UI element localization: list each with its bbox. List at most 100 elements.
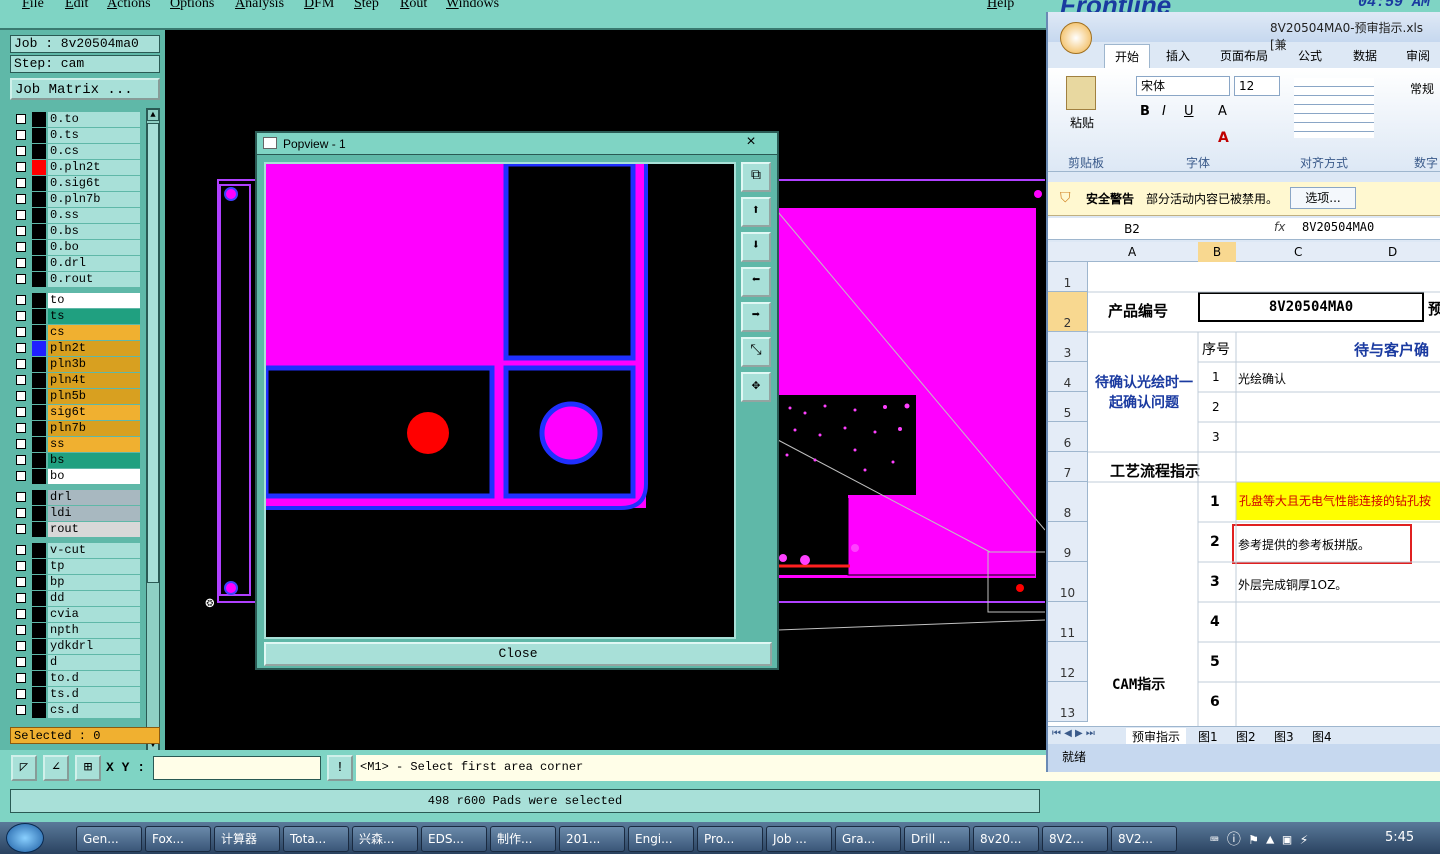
layer-row[interactable]: 0.rout xyxy=(14,272,140,287)
layer-checkbox[interactable] xyxy=(16,577,26,587)
layer-name[interactable]: to xyxy=(48,293,140,308)
layer-color-swatch[interactable] xyxy=(32,607,46,622)
layer-checkbox[interactable] xyxy=(16,242,26,252)
layer-checkbox[interactable] xyxy=(16,471,26,481)
layer-row[interactable]: sig6t xyxy=(14,405,140,420)
layer-checkbox[interactable] xyxy=(16,561,26,571)
layer-color-swatch[interactable] xyxy=(32,208,46,223)
security-options-button[interactable]: 选项... xyxy=(1290,187,1356,209)
layer-row[interactable]: 0.sig6t xyxy=(14,176,140,191)
taskbar-item[interactable]: 8v20... xyxy=(973,826,1039,852)
layer-color-swatch[interactable] xyxy=(32,506,46,521)
start-button-icon[interactable] xyxy=(6,823,44,853)
menu-rout[interactable]: Rout xyxy=(400,0,427,12)
layer-name[interactable]: sig6t xyxy=(48,405,140,420)
layer-scrollbar[interactable]: ▲ ▼ xyxy=(146,108,160,752)
layer-name[interactable]: pln7b xyxy=(48,421,140,436)
layer-color-swatch[interactable] xyxy=(32,421,46,436)
layer-checkbox[interactable] xyxy=(16,162,26,172)
taskbar-item[interactable]: Fox... xyxy=(145,826,211,852)
layer-checkbox[interactable] xyxy=(16,130,26,140)
layer-checkbox[interactable] xyxy=(16,609,26,619)
sheet-tab-4[interactable]: 图4 xyxy=(1312,728,1332,745)
layer-color-swatch[interactable] xyxy=(32,272,46,287)
layer-row[interactable]: to.d xyxy=(14,671,140,686)
layer-checkbox[interactable] xyxy=(16,258,26,268)
scroll-up-icon[interactable]: ▲ xyxy=(147,109,159,121)
layer-name[interactable]: bs xyxy=(48,453,140,468)
layer-checkbox[interactable] xyxy=(16,375,26,385)
layer-row[interactable]: bs xyxy=(14,453,140,468)
layer-checkbox[interactable] xyxy=(16,327,26,337)
italic-icon[interactable]: I xyxy=(1162,104,1166,119)
job-matrix-button[interactable]: Job Matrix ... xyxy=(10,78,160,100)
grid-tool-icon[interactable]: ⊞ xyxy=(75,755,101,781)
popview-pan-down-icon[interactable]: ⬇ xyxy=(741,232,771,262)
popview-close-x[interactable]: × xyxy=(727,133,775,153)
layer-name[interactable]: v-cut xyxy=(48,543,140,558)
taskbar-item[interactable]: 制作... xyxy=(490,826,556,852)
layer-color-swatch[interactable] xyxy=(32,192,46,207)
layer-row[interactable]: v-cut xyxy=(14,543,140,558)
layer-color-swatch[interactable] xyxy=(32,575,46,590)
layer-row[interactable]: cs.d xyxy=(14,703,140,718)
layer-checkbox[interactable] xyxy=(16,210,26,220)
layer-name[interactable]: pln4t xyxy=(48,373,140,388)
layer-checkbox[interactable] xyxy=(16,641,26,651)
layer-name[interactable]: ts.d xyxy=(48,687,140,702)
layer-checkbox[interactable] xyxy=(16,492,26,502)
menu-step[interactable]: Step xyxy=(354,0,379,12)
layer-checkbox[interactable] xyxy=(16,391,26,401)
layer-row[interactable]: pln5b xyxy=(14,389,140,404)
sheet-tab-0[interactable]: 预审指示 xyxy=(1126,728,1187,745)
layer-name[interactable]: pln2t xyxy=(48,341,140,356)
layer-row[interactable]: pln7b xyxy=(14,421,140,436)
menu-help[interactable]: Help xyxy=(987,0,1014,12)
menu-file[interactable]: File xyxy=(22,0,44,12)
layer-row[interactable]: ydkdrl xyxy=(14,639,140,654)
layer-checkbox[interactable] xyxy=(16,178,26,188)
taskbar-item[interactable]: Job ... xyxy=(766,826,832,852)
menu-windows[interactable]: Windows xyxy=(446,0,499,12)
underline-icon[interactable]: U xyxy=(1184,104,1194,119)
layer-name[interactable]: drl xyxy=(48,490,140,505)
layer-name[interactable]: ydkdrl xyxy=(48,639,140,654)
layer-color-swatch[interactable] xyxy=(32,293,46,308)
layer-checkbox[interactable] xyxy=(16,423,26,433)
popview-pan-up-icon[interactable]: ⬆ xyxy=(741,197,771,227)
measure-tool-icon[interactable]: ∠ xyxy=(43,755,69,781)
layer-name[interactable]: 0.rout xyxy=(48,272,140,287)
layer-checkbox[interactable] xyxy=(16,524,26,534)
select-tool-icon[interactable]: ◸ xyxy=(11,755,37,781)
fx-icon[interactable]: fx xyxy=(1274,220,1285,234)
taskbar-item[interactable]: 8V2... xyxy=(1042,826,1108,852)
layer-checkbox[interactable] xyxy=(16,226,26,236)
layer-color-swatch[interactable] xyxy=(32,703,46,718)
layer-name[interactable]: 0.ss xyxy=(48,208,140,223)
layer-checkbox[interactable] xyxy=(16,593,26,603)
layer-name[interactable]: bo xyxy=(48,469,140,484)
taskbar-item[interactable]: EDS... xyxy=(421,826,487,852)
layer-row[interactable]: drl xyxy=(14,490,140,505)
layer-color-swatch[interactable] xyxy=(32,591,46,606)
layer-checkbox[interactable] xyxy=(16,146,26,156)
taskbar-item[interactable]: 计算器 xyxy=(214,826,280,852)
tab-page-layout[interactable]: 页面布局 xyxy=(1220,47,1268,64)
sheet-tab-2[interactable]: 图2 xyxy=(1236,728,1256,745)
layer-color-swatch[interactable] xyxy=(32,639,46,654)
layer-color-swatch[interactable] xyxy=(32,256,46,271)
xy-input[interactable] xyxy=(153,756,321,780)
layer-color-swatch[interactable] xyxy=(32,469,46,484)
layer-checkbox[interactable] xyxy=(16,343,26,353)
taskbar-item[interactable]: Gen... xyxy=(76,826,142,852)
layer-name[interactable]: cs.d xyxy=(48,703,140,718)
taskbar-item[interactable]: Engi... xyxy=(628,826,694,852)
layer-name[interactable]: pln5b xyxy=(48,389,140,404)
layer-row[interactable]: npth xyxy=(14,623,140,638)
scroll-thumb[interactable] xyxy=(147,123,159,583)
layer-row[interactable]: 0.bo xyxy=(14,240,140,255)
layer-name[interactable]: tp xyxy=(48,559,140,574)
layer-row[interactable]: to xyxy=(14,293,140,308)
popview-zoom-in-icon[interactable]: ⤡ xyxy=(741,337,771,367)
layer-name[interactable]: cvia xyxy=(48,607,140,622)
